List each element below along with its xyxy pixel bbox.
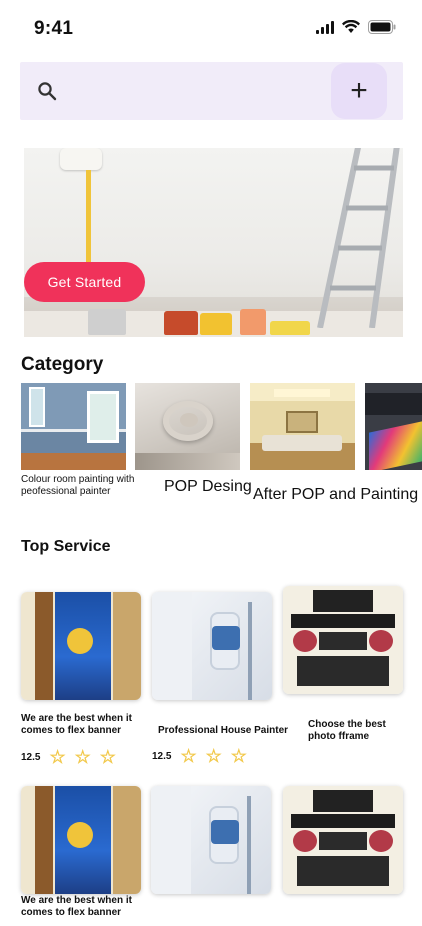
status-bar: 9:41 — [0, 0, 422, 58]
service-card-photo-frame[interactable] — [283, 786, 403, 894]
star-icon: ☆ — [180, 746, 197, 766]
paint-can — [270, 321, 310, 335]
status-icons — [316, 20, 396, 34]
star-icon: ☆ — [230, 746, 247, 766]
service-title: Choose the best photo fframe — [308, 719, 386, 742]
search-icon[interactable] — [37, 81, 57, 106]
service-image — [21, 786, 141, 894]
paint-can — [200, 313, 232, 335]
service-image — [151, 786, 271, 894]
signal-icon — [316, 20, 334, 34]
star-icon: ☆ — [74, 747, 91, 767]
category-heading: Category — [21, 354, 104, 375]
service-card-house-painter[interactable] — [151, 786, 271, 894]
service-image — [283, 786, 403, 894]
category-image — [135, 383, 240, 470]
paint-roller-icon — [60, 148, 102, 170]
service-card-flex-banner[interactable] — [21, 786, 141, 894]
rating-value: 12.5 — [21, 751, 41, 763]
category-image — [365, 383, 422, 470]
service-card-flex-banner[interactable] — [21, 592, 141, 700]
service-title: We are the best when it comes to flex ba… — [21, 895, 132, 918]
star-icon: ☆ — [99, 747, 116, 767]
service-image — [152, 592, 272, 700]
wifi-icon — [342, 20, 360, 34]
service-card-photo-frame[interactable] — [283, 586, 403, 694]
ladder-illustration — [317, 148, 400, 328]
paint-can — [164, 311, 198, 335]
plus-icon: + — [350, 74, 368, 107]
get-started-button[interactable]: Get Started — [24, 262, 145, 302]
add-button[interactable]: + — [331, 63, 387, 119]
service-title: Professional House Painter — [158, 725, 289, 736]
search-input[interactable] — [72, 76, 332, 106]
category-item-printing[interactable] — [365, 383, 422, 470]
rating-value: 12.5 — [152, 750, 172, 762]
star-icon: ☆ — [49, 747, 66, 767]
search-bar: + — [20, 62, 403, 120]
category-image — [21, 383, 126, 470]
service-image — [283, 586, 403, 694]
service-card-house-painter[interactable] — [152, 592, 272, 700]
paint-can — [240, 309, 266, 335]
hero-banner: Get Started — [24, 148, 403, 337]
category-caption: After POP and Painting — [253, 486, 419, 503]
battery-icon — [368, 20, 396, 34]
service-title: We are the best when it comes to flex ba… — [21, 713, 132, 736]
status-time: 9:41 — [34, 18, 74, 39]
category-item-pop-design[interactable] — [135, 383, 240, 470]
category-caption: Colour room painting with peofessional p… — [21, 474, 135, 497]
category-item-after-pop[interactable] — [250, 383, 355, 470]
category-image — [250, 383, 355, 470]
rating: 12.5 ☆ ☆ ☆ — [152, 747, 247, 765]
rating: 12.5 ☆ ☆ ☆ — [21, 748, 116, 766]
category-item-colour-room[interactable] — [21, 383, 126, 470]
service-image — [21, 592, 141, 700]
category-caption: POP Desing — [164, 478, 252, 495]
star-icon: ☆ — [205, 746, 222, 766]
paint-can — [88, 309, 126, 335]
top-service-heading: Top Service — [21, 538, 111, 555]
